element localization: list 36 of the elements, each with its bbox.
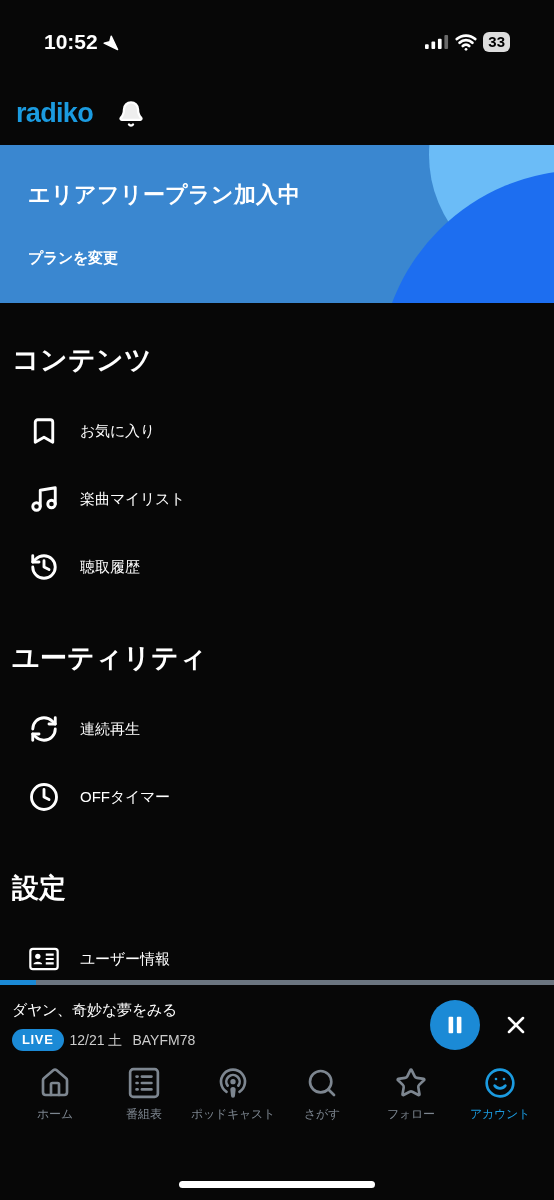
change-plan-link[interactable]: プランを変更 [28, 247, 526, 270]
status-time: 10:52 [44, 29, 98, 56]
tab-icon [127, 1067, 160, 1099]
menu-item[interactable]: 連続再生 [0, 695, 554, 763]
location-icon [101, 33, 119, 51]
app-logo: radiko [16, 97, 93, 131]
menu-item-icon [29, 552, 59, 582]
tab-item[interactable]: フォロー [366, 1067, 455, 1137]
battery-icon: 33 [483, 32, 510, 52]
menu-item-icon [29, 484, 59, 514]
section-heading: ユーティリティ [11, 642, 208, 675]
tab-icon [394, 1067, 427, 1099]
live-badge: LIVE [12, 1029, 64, 1052]
tab-item[interactable]: さがす [277, 1067, 366, 1137]
section-heading: 設定 [11, 872, 67, 905]
notification-bell-icon[interactable] [117, 99, 145, 128]
menu-item-icon [29, 714, 59, 744]
tab-item[interactable]: ホーム [10, 1067, 99, 1137]
tab-item[interactable]: 番組表 [99, 1067, 188, 1137]
section-heading: コンテンツ [11, 344, 153, 377]
signal-icon [425, 34, 450, 50]
station-name: BAYFM78 [132, 1030, 196, 1050]
menu-item[interactable]: OFFタイマー [0, 763, 554, 831]
menu-item[interactable]: 聴取履歴 [0, 533, 554, 601]
wifi-icon [455, 31, 478, 53]
program-title: ダヤン、奇妙な夢をみる [12, 999, 178, 1020]
banner-title: エリアフリープラン加入中 [28, 181, 301, 210]
tab-item[interactable]: ポッドキャスト [188, 1067, 277, 1137]
menu-item[interactable]: 楽曲マイリスト [0, 465, 554, 533]
menu-item[interactable]: ユーザー情報 [0, 925, 554, 980]
pause-button[interactable] [430, 1000, 480, 1050]
program-date: 12/21 土 [69, 1030, 123, 1050]
tab-item[interactable]: アカウント [455, 1067, 544, 1137]
menu-item-icon [29, 782, 59, 812]
tab-icon [483, 1067, 516, 1099]
menu-item[interactable]: お気に入り [0, 397, 554, 465]
